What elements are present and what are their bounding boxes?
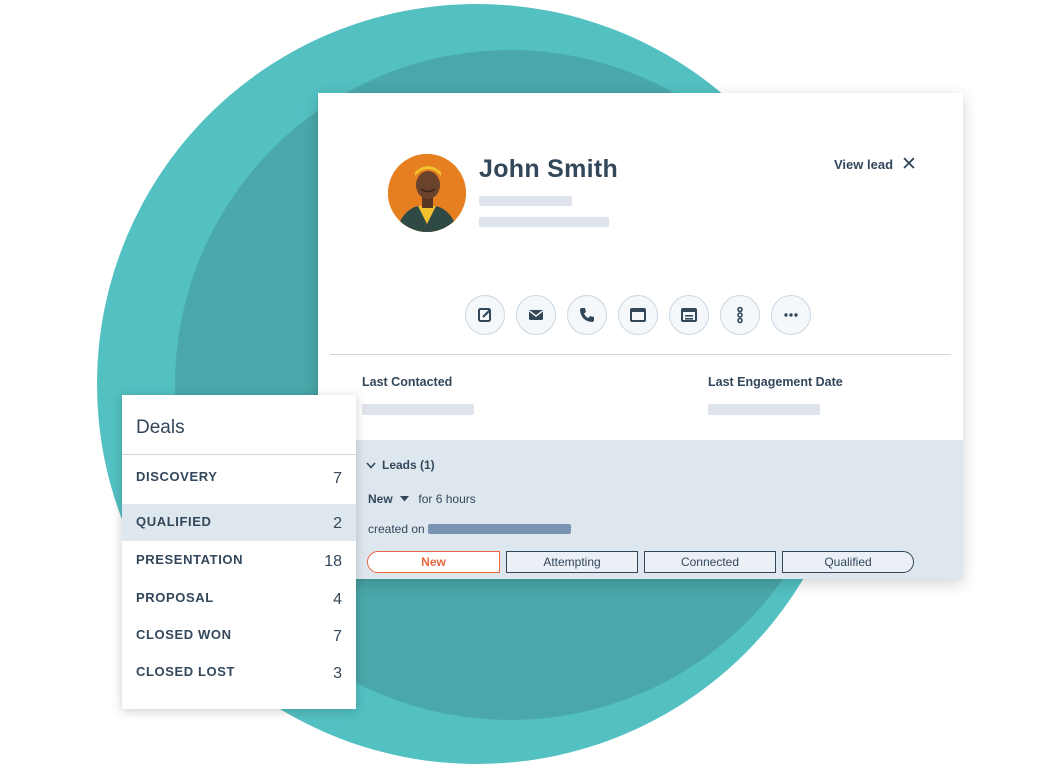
deal-stage-label: PROPOSAL	[136, 590, 214, 605]
lead-stage-row: New for 6 hours	[368, 491, 476, 506]
deal-stage-label: QUALIFIED	[136, 514, 212, 529]
created-label: created on	[368, 522, 425, 536]
email-icon	[529, 310, 543, 320]
lead-stage-duration: for 6 hours	[418, 492, 476, 506]
view-lead-link[interactable]: View lead	[834, 157, 893, 172]
created-row: created on	[368, 522, 571, 536]
last-engagement-label: Last Engagement Date	[708, 375, 843, 389]
divider	[122, 454, 356, 455]
deals-title: Deals	[136, 417, 185, 438]
contact-name: John Smith	[479, 155, 619, 183]
deal-stage-row[interactable]: CLOSED WON 7	[122, 617, 356, 654]
leads-section: Leads (1) New for 6 hours created on New…	[318, 440, 963, 579]
call-button[interactable]	[567, 295, 607, 335]
lead-stage-dropdown[interactable]: New	[368, 492, 412, 506]
last-contacted-label: Last Contacted	[362, 375, 453, 389]
caret-down-icon	[400, 491, 410, 505]
deal-stage-count: 2	[333, 515, 342, 532]
deals-panel: Deals DISCOVERY 7 QUALIFIED 2 PRESENTATI…	[122, 395, 356, 709]
meeting-icon	[681, 308, 697, 322]
task-button[interactable]	[618, 295, 658, 335]
lead-stage-value: New	[368, 492, 393, 506]
meeting-button[interactable]	[669, 295, 709, 335]
note-icon	[478, 308, 491, 322]
pipeline-stage-new[interactable]: New	[367, 551, 500, 573]
deal-stage-row[interactable]: PROPOSAL 4	[122, 580, 356, 617]
action-buttons	[465, 295, 811, 335]
more-button[interactable]	[771, 295, 811, 335]
lead-pipeline: New Attempting Connected Qualified	[367, 551, 914, 573]
pipeline-stage-attempting[interactable]: Attempting	[506, 551, 638, 573]
deal-stage-label: DISCOVERY	[136, 469, 218, 484]
contact-card: John Smith View lead ✕ Last Contacted La…	[318, 93, 963, 579]
pipeline-stage-qualified[interactable]: Qualified	[782, 551, 914, 573]
deal-stage-row[interactable]: DISCOVERY 7	[122, 459, 356, 496]
deal-stage-row[interactable]: CLOSED LOST 3	[122, 654, 356, 691]
deal-stage-row[interactable]: PRESENTATION 18	[122, 542, 356, 579]
deal-stage-label: PRESENTATION	[136, 552, 244, 567]
task-icon	[630, 308, 646, 322]
email-button[interactable]	[516, 295, 556, 335]
pipeline-stage-connected[interactable]: Connected	[644, 551, 776, 573]
contact-detail-placeholder	[479, 217, 609, 227]
deal-stage-count: 4	[333, 591, 342, 608]
call-icon	[580, 308, 594, 322]
note-button[interactable]	[465, 295, 505, 335]
last-engagement-value-placeholder	[708, 404, 820, 415]
deal-stage-label: CLOSED LOST	[136, 664, 236, 679]
created-date-placeholder	[427, 524, 571, 534]
deal-stage-count: 18	[324, 553, 342, 570]
avatar[interactable]	[388, 154, 466, 232]
more-icon	[784, 313, 798, 317]
deal-stage-count: 7	[333, 628, 342, 645]
deal-stage-count: 7	[333, 470, 342, 487]
divider	[330, 354, 951, 355]
leads-toggle[interactable]: Leads (1)	[366, 458, 435, 472]
deal-stage-label: CLOSED WON	[136, 627, 232, 642]
deal-stage-count: 3	[333, 665, 342, 682]
close-icon[interactable]: ✕	[901, 153, 917, 176]
deal-stage-row[interactable]: QUALIFIED 2	[122, 504, 356, 541]
chevron-down-icon	[366, 458, 376, 472]
sequence-icon	[737, 306, 743, 324]
contact-detail-placeholder	[479, 196, 572, 206]
leads-header-label: Leads (1)	[382, 458, 435, 472]
last-contacted-value-placeholder	[362, 404, 474, 415]
sequence-button[interactable]	[720, 295, 760, 335]
